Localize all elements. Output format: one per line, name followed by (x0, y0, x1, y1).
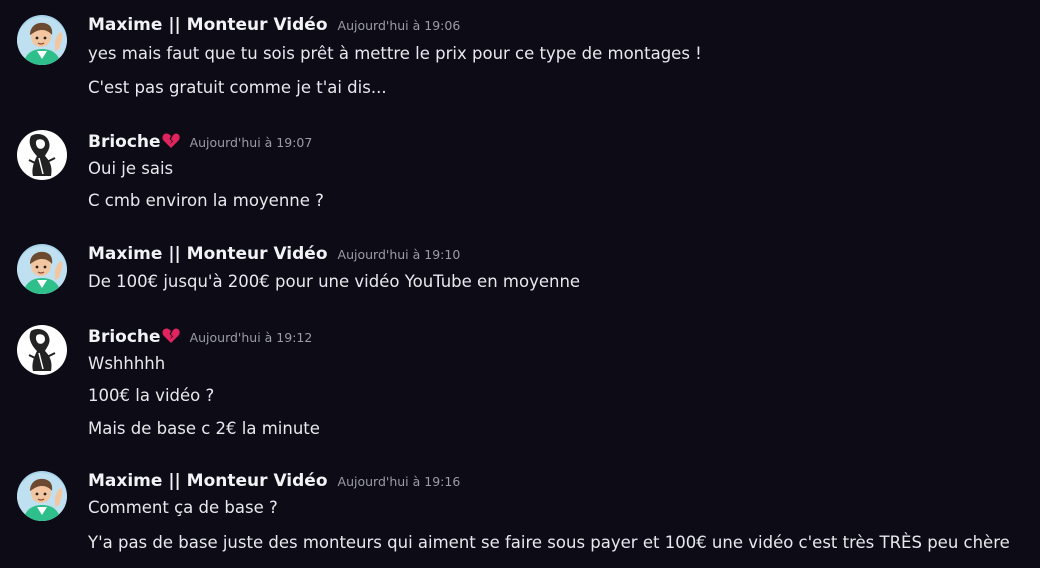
username[interactable]: Brioche (88, 327, 161, 347)
message-timestamp: Aujourd'hui à 19:06 (337, 18, 461, 33)
message-header: Brioche Aujourd'hui à 19:12 (88, 325, 312, 351)
message-group: Brioche Aujourd'hui à 19:12 Wshhhhh 100€… (0, 325, 1040, 445)
message-text: Wshhhhh (88, 354, 166, 373)
broken-heart-icon (162, 327, 180, 348)
message-text: De 100€ jusqu'à 200€ pour une vidéo YouT… (88, 272, 581, 291)
message-header: Maxime || Monteur Vidéo Aujourd'hui à 19… (88, 471, 460, 497)
message-text: Oui je sais (88, 159, 174, 178)
username[interactable]: Brioche (88, 132, 161, 152)
message-text: 100€ la vidéo ? (88, 386, 215, 405)
message-timestamp: Aujourd'hui à 19:12 (189, 330, 313, 345)
maxime-avatar[interactable] (17, 471, 67, 521)
message-group: Maxime || Monteur Vidéo Aujourd'hui à 19… (0, 244, 1040, 304)
username[interactable]: Maxime || Monteur Vidéo (88, 244, 328, 264)
message-group: Maxime || Monteur Vidéo Aujourd'hui à 19… (0, 15, 1040, 105)
message-header: Maxime || Monteur Vidéo Aujourd'hui à 19… (88, 244, 460, 270)
message-text: Y'a pas de base juste des monteurs qui a… (88, 533, 1010, 552)
chat-message-list: Maxime || Monteur Vidéo Aujourd'hui à 19… (0, 0, 1040, 568)
message-text: Mais de base c 2€ la minute (88, 419, 320, 438)
message-group: Maxime || Monteur Vidéo Aujourd'hui à 19… (0, 471, 1040, 561)
broken-heart-icon (162, 132, 180, 153)
message-text: yes mais faut que tu sois prêt à mettre … (88, 44, 702, 63)
message-header: Brioche Aujourd'hui à 19:07 (88, 130, 312, 156)
username[interactable]: Maxime || Monteur Vidéo (88, 15, 328, 35)
brioche-avatar[interactable] (17, 130, 67, 180)
message-group: Brioche Aujourd'hui à 19:07 Oui je sais … (0, 130, 1040, 220)
username[interactable]: Maxime || Monteur Vidéo (88, 471, 328, 491)
message-text: C'est pas gratuit comme je t'ai dis... (88, 78, 387, 97)
maxime-avatar[interactable] (17, 15, 67, 65)
message-timestamp: Aujourd'hui à 19:07 (189, 135, 313, 150)
message-timestamp: Aujourd'hui à 19:10 (337, 247, 461, 262)
message-text: C cmb environ la moyenne ? (88, 191, 324, 210)
message-header: Maxime || Monteur Vidéo Aujourd'hui à 19… (88, 15, 460, 41)
message-text: Comment ça de base ? (88, 498, 278, 517)
maxime-avatar[interactable] (17, 244, 67, 294)
brioche-avatar[interactable] (17, 325, 67, 375)
message-timestamp: Aujourd'hui à 19:16 (337, 474, 461, 489)
